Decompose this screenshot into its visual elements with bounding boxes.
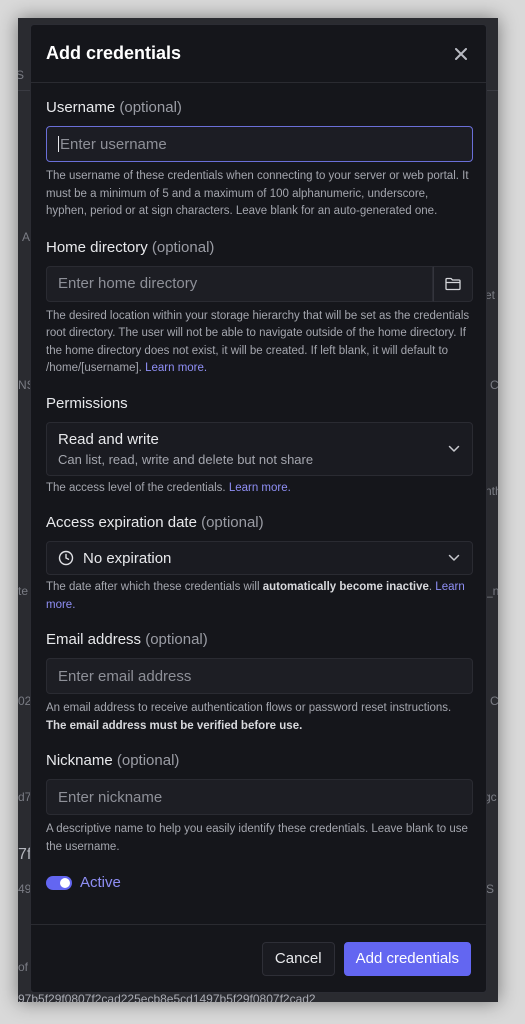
nickname-placeholder: Enter nickname [58, 788, 163, 806]
home-directory-help-text: The desired location within your storage… [46, 309, 470, 375]
home-directory-placeholder: Enter home directory [58, 275, 198, 292]
modal-title: Add credentials [46, 43, 182, 63]
close-icon [455, 47, 467, 60]
permissions-selected: Read and write Can list, read, write and… [58, 431, 313, 467]
learn-more-link[interactable]: Learn more. [229, 482, 291, 494]
permissions-help-text: The access level of the credentials. [46, 481, 226, 494]
email-help-bold: The email address must be verified befor… [46, 719, 303, 732]
background-fragment: te [18, 584, 29, 598]
permissions-field: Permissions Read and write Can list, rea… [46, 394, 473, 498]
active-label: Active [80, 874, 121, 891]
email-field: Email address (optional) Enter email add… [46, 631, 473, 735]
optional-tag: (optional) [119, 99, 182, 116]
background-fragment: S [486, 882, 495, 896]
active-toggle-row: Active [46, 874, 471, 891]
close-button[interactable] [451, 44, 471, 64]
home-directory-input[interactable]: Enter home directory [46, 265, 433, 302]
browse-folder-button[interactable] [433, 265, 473, 302]
home-directory-help: The desired location within your storage… [46, 308, 471, 378]
permissions-select[interactable]: Read and write Can list, read, write and… [46, 421, 473, 476]
expiration-field: Access expiration date (optional) No exp… [46, 514, 473, 614]
email-help: An email address to receive authenticati… [46, 700, 471, 735]
expiration-selected: No expiration [58, 550, 171, 567]
optional-tag: (optional) [145, 631, 208, 648]
username-label: Username (optional) [46, 99, 471, 116]
learn-more-link[interactable]: Learn more. [145, 362, 207, 374]
expiration-help: The date after which these credentials w… [46, 579, 471, 614]
chevron-down-icon [447, 551, 461, 565]
text-caret [58, 136, 59, 152]
email-label-text: Email address [46, 631, 142, 648]
expiration-help-text: The date after which these credentials w… [46, 581, 260, 593]
permissions-label: Permissions [46, 394, 128, 412]
nickname-help: A descriptive name to help you easily id… [46, 823, 468, 853]
background-fragment: _n [486, 584, 498, 598]
expiration-help-suffix: . [428, 581, 433, 593]
add-credentials-modal: Add credentials Username (optional) Ente… [30, 24, 487, 993]
nickname-input[interactable]: Enter nickname [46, 779, 473, 815]
username-label-text: Username [46, 99, 116, 116]
modal-header: Add credentials [31, 25, 486, 83]
expiration-select[interactable]: No expiration [46, 541, 473, 575]
expiration-help-bold: automatically become inactive [262, 581, 429, 593]
nickname-field: Nickname (optional) Enter nickname A des… [46, 752, 473, 856]
toggle-knob [60, 877, 70, 888]
active-toggle[interactable] [46, 875, 72, 890]
email-placeholder: Enter email address [58, 667, 192, 685]
background-fragment: A [22, 230, 31, 244]
permissions-selected-title: Read and write [58, 430, 159, 448]
cancel-button[interactable]: Cancel [261, 941, 335, 976]
add-credentials-button[interactable]: Add credentials [343, 941, 471, 976]
permissions-selected-subtitle: Can list, read, write and delete but not… [58, 451, 314, 467]
home-directory-label-text: Home directory [46, 238, 148, 256]
background-fragment: C [490, 378, 498, 392]
clock-icon [58, 550, 74, 566]
expiration-label: Access expiration date (optional) [46, 514, 471, 531]
background-hash-text: 97b5f29f0807f2cad225ecb8e5cd1497b5f29f08… [18, 992, 316, 1002]
expiration-label-text: Access expiration date [46, 514, 197, 531]
optional-tag: (optional) [151, 238, 215, 256]
email-label: Email address (optional) [46, 631, 471, 648]
nickname-label-text: Nickname [46, 752, 113, 769]
home-directory-input-group: Enter home directory [46, 265, 473, 302]
permissions-help: The access level of the credentials. Lea… [46, 480, 471, 498]
username-field: Username (optional) Enter username The u… [46, 99, 473, 221]
optional-tag: (optional) [116, 752, 180, 769]
email-input[interactable]: Enter email address [46, 658, 473, 694]
background-fragment: C [490, 694, 498, 708]
username-help: The username of these credentials when c… [46, 170, 469, 217]
modal-body: Username (optional) Enter username The u… [31, 83, 486, 891]
optional-tag: (optional) [201, 514, 264, 531]
expiration-selected-value: No expiration [83, 549, 172, 567]
chevron-down-icon [447, 442, 461, 456]
folder-icon [445, 277, 461, 290]
username-input[interactable]: Enter username [46, 126, 473, 162]
home-directory-label: Home directory (optional) [46, 239, 471, 256]
username-placeholder: Enter username [60, 135, 167, 153]
background-fragment: S [18, 68, 25, 82]
email-help-text: An email address to receive authenticati… [46, 702, 452, 714]
nickname-label: Nickname (optional) [46, 752, 471, 769]
home-directory-field: Home directory (optional) Enter home dir… [46, 239, 473, 378]
modal-footer: Cancel Add credentials [31, 924, 486, 992]
